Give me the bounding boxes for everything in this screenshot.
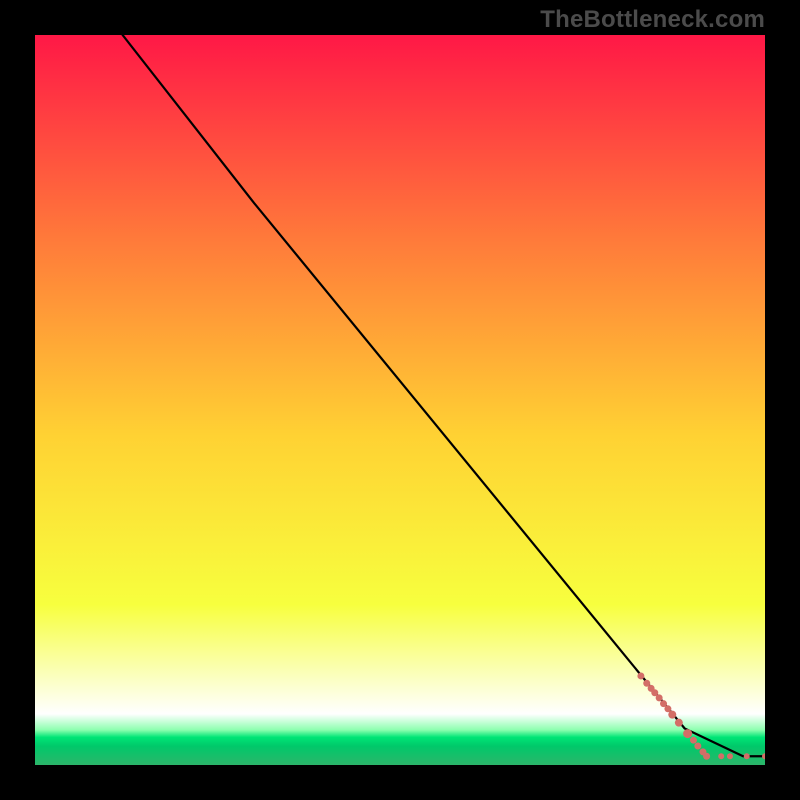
watermark-text: TheBottleneck.com — [540, 6, 765, 34]
data-point — [718, 753, 724, 759]
plot-area — [35, 35, 765, 765]
chart-frame: TheBottleneck.com — [0, 0, 800, 800]
data-point — [656, 694, 663, 701]
gradient-bg — [35, 35, 765, 765]
data-point — [744, 753, 750, 759]
data-point — [675, 719, 683, 727]
data-point — [690, 737, 697, 744]
data-point — [694, 743, 701, 750]
chart-svg — [35, 35, 765, 765]
data-point — [727, 753, 733, 759]
data-point — [703, 753, 710, 760]
data-point — [683, 729, 692, 738]
data-point — [668, 711, 676, 719]
data-point — [637, 672, 644, 679]
